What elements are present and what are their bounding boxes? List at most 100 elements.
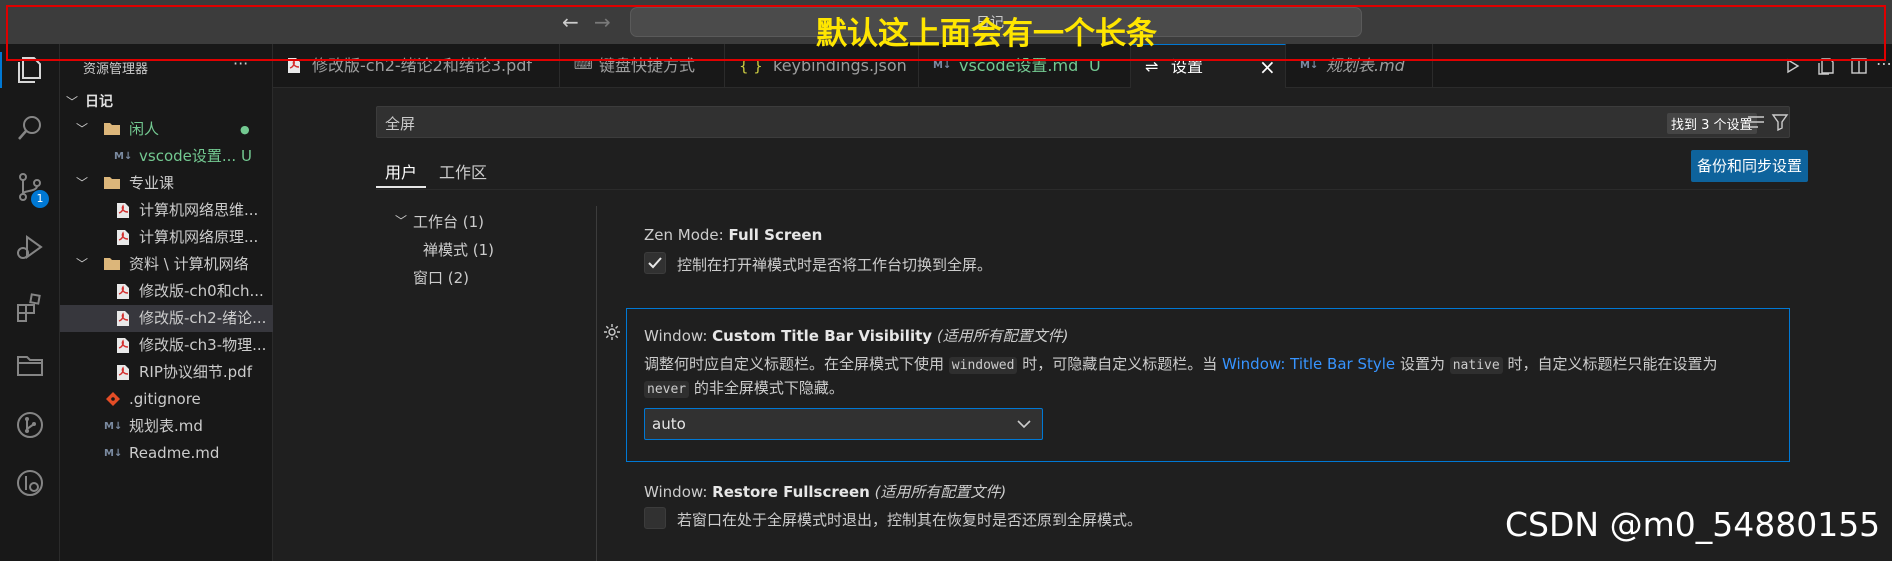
setting-titlebar-visibility-description: 调整何时应自定义标题栏。在全屏模式下使用 windowed 时，可隐藏自定义标题… [644,353,1718,374]
divider [376,189,1790,190]
tab-plan-md[interactable]: M↓ 规划表.md [1286,44,1433,88]
settings-search-input[interactable]: 全屏 找到 3 个设置 [376,106,1790,138]
folder-icon[interactable] [14,349,46,381]
extensions-icon[interactable] [14,291,46,323]
explorer-header: 资源管理器 [83,62,149,77]
tab-pdf[interactable]: 修改版-ch2-绪论2和绪论3.pdf [273,44,560,88]
run-debug-icon[interactable] [14,231,46,263]
modified-dot: ● [240,123,250,136]
forward-button[interactable]: → [594,10,611,34]
code-snippet: native [1449,357,1503,374]
backup-sync-button[interactable]: 备份和同步设置 [1691,150,1809,182]
tree-file[interactable]: M↓ 规划表.md [60,413,273,440]
run-icon[interactable] [1785,58,1801,74]
scope-tab-label: 工作区 [439,163,488,182]
desc-text: 时，自定义标题栏只能在设置为 [1507,355,1718,373]
back-button[interactable]: ← [562,10,579,34]
explorer-sidebar: 资源管理器 ··· ﹀ 日记 ﹀ 闲人 ● M↓ vscode设置... U ﹀… [60,44,273,561]
explorer-icon[interactable] [14,54,46,86]
tree-file-selected[interactable]: 修改版-ch2-绪论... [60,305,273,332]
tree-file[interactable]: 修改版-ch3-物理... [60,332,273,359]
split-editor-icon[interactable] [1850,57,1868,75]
setting-category: Window: [644,483,708,501]
remote-icon[interactable] [14,467,46,499]
tab-label: 设置 [1171,57,1204,76]
pdf-file-icon [117,338,129,353]
tree-file[interactable]: RIP协议细节.pdf [60,359,273,386]
folder-open-icon [104,177,120,189]
setting-category: Zen Mode: [644,226,724,244]
chevron-down-icon: ﹀ [76,257,89,271]
markdown-file-icon: M↓ [1300,60,1319,71]
json-icon: { } [739,57,763,75]
tab-label: 修改版-ch2-绪论2和绪论3.pdf [312,56,533,75]
tree-file[interactable]: M↓ Readme.md [60,440,273,467]
setting-scope: (适用所有配置文件) [874,483,1007,501]
git-file-icon [106,392,120,406]
pdf-file-icon [117,284,129,299]
setting-name: Custom Title Bar Visibility [712,327,933,345]
active-indicator [0,52,2,88]
chevron-down-icon: ﹀ [395,214,408,228]
tree-file[interactable]: .gitignore [60,386,273,413]
tree-folder[interactable]: ﹀ 资料 \ 计算机网络 [60,251,273,278]
toc-item-workbench[interactable]: 工作台 (1) [413,211,484,232]
restore-fullscreen-checkbox[interactable] [644,507,666,529]
clear-filter-icon[interactable] [1747,115,1765,129]
setting-restore-fullscreen-title: Window: Restore Fullscreen (适用所有配置文件) [644,481,1006,502]
titlebar-visibility-select[interactable]: auto [644,408,1043,440]
tree-folder-idle[interactable]: ﹀ 闲人 ● [60,116,273,143]
tree-folder[interactable]: ﹀ 专业课 [60,170,273,197]
code-snippet: windowed [948,357,1018,374]
toc-item-window[interactable]: 窗口 (2) [413,267,469,288]
source-control-icon[interactable]: 1 [14,171,49,208]
close-icon[interactable]: × [1259,45,1276,88]
tree-item-label: 闲人 [129,120,160,138]
zen-fullscreen-checkbox[interactable] [644,252,666,274]
tree-item-label: .gitignore [129,390,201,408]
pdf-file-icon [288,58,300,73]
code-snippet: never [644,381,690,398]
toc-item-zen[interactable]: 禅模式 (1) [423,239,494,260]
tree-item-label: vscode设置... [139,147,237,165]
scope-tab-workspace[interactable]: 工作区 [439,159,487,189]
gear-icon[interactable] [603,323,621,341]
tree-file[interactable]: 计算机网络原理... [60,224,273,251]
folder-open-icon [104,123,120,135]
title-bar-style-link[interactable]: Window: Title Bar Style [1222,355,1395,373]
setting-name: Restore Fullscreen [712,483,870,501]
tab-label: 键盘快捷方式 [599,56,696,75]
annotation-text: 默认这上面会有一个长条 [816,16,1157,52]
tab-label: 规划表.md [1326,56,1405,75]
markdown-file-icon: M↓ [104,448,123,459]
tree-item-label: 修改版-ch0和ch... [139,282,264,300]
tree-file[interactable]: 修改版-ch0和ch... [60,278,273,305]
folder-open-icon [104,258,120,270]
desc-text: 的非全屏模式下隐藏。 [693,379,844,397]
tree-item-label: 专业课 [129,174,175,192]
tree-file[interactable]: 计算机网络思维... [60,197,273,224]
scope-tab-label: 用户 [385,163,418,182]
setting-name: Full Screen [728,226,823,244]
source-control-badge: 1 [31,190,49,208]
open-json-icon[interactable] [1818,57,1836,75]
git-graph-icon[interactable] [14,409,46,441]
more-actions-icon[interactable]: ⋯ [1876,54,1892,73]
setting-scope: (适用所有配置文件) [936,327,1069,345]
setting-zen-description: 控制在打开禅模式时是否将工作台切换到全屏。 [677,256,993,274]
more-actions-button[interactable]: ··· [233,54,248,73]
filter-icon[interactable] [1771,113,1789,131]
setting-titlebar-visibility-description-2: never 的非全屏模式下隐藏。 [644,377,844,398]
tree-file[interactable]: M↓ vscode设置... U [60,143,273,170]
tree-root[interactable]: ﹀ 日记 [60,89,273,116]
search-icon[interactable] [14,112,46,144]
setting-zen-fullscreen-title: Zen Mode: Full Screen [644,226,822,244]
chevron-down-icon: ﹀ [76,176,89,190]
desc-text: 时，可隐藏自定义标题栏。当 [1022,355,1218,373]
chevron-down-icon: ﹀ [76,122,89,136]
chevron-down-icon [1017,420,1031,429]
tab-keyboard-shortcuts[interactable]: ⌨ 键盘快捷方式 [560,44,725,88]
markdown-file-icon: M↓ [104,421,123,432]
tree-item-label: 计算机网络思维... [139,201,259,219]
scope-tab-user[interactable]: 用户 [385,159,417,189]
